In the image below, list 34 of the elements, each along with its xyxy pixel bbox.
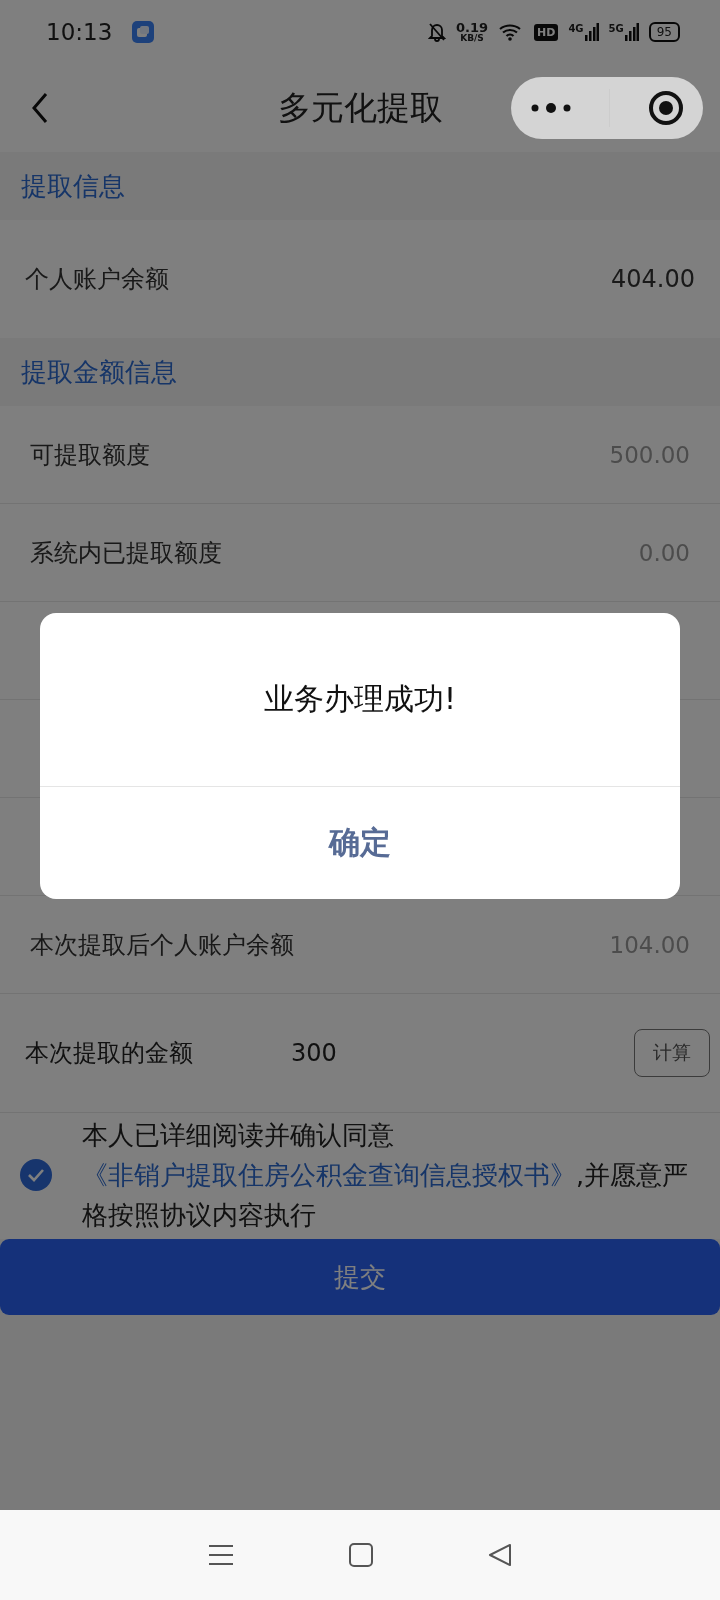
field-label: 个人账户余额 xyxy=(25,264,169,295)
network-type: 5G xyxy=(608,23,624,34)
battery-level: 95 xyxy=(648,22,680,42)
close-target-icon[interactable] xyxy=(648,90,685,126)
amount-input[interactable]: 300 xyxy=(291,1039,337,1067)
network-type: 4G xyxy=(568,23,584,34)
field-label: 可提取额度 xyxy=(30,439,150,471)
signal-icon xyxy=(624,23,639,41)
calculate-button[interactable]: 计算 xyxy=(634,1029,710,1077)
back-triangle-icon[interactable] xyxy=(488,1543,513,1567)
checkbox[interactable] xyxy=(20,1159,52,1191)
field-label: 本次提取后个人账户余额 xyxy=(30,929,294,961)
submit-button[interactable]: 提交 xyxy=(0,1239,720,1315)
section-title: 提取金额信息 xyxy=(21,355,177,389)
app-notification-icon xyxy=(132,21,155,43)
field-label: 系统内已提取额度 xyxy=(30,537,222,569)
agreement-link[interactable]: 《非销户提取住房公积金查询信息授权书》 xyxy=(82,1160,576,1190)
home-icon[interactable] xyxy=(349,1543,373,1567)
speed-unit: KB/S xyxy=(460,34,484,43)
agreement-text: 本人已详细阅读并确认同意 《非销户提取住房公积金查询信息授权书》,并愿意严格按照协议内容执行 xyxy=(82,1119,690,1232)
confirm-button[interactable]: 确定 xyxy=(40,787,680,899)
hd-badge: HD xyxy=(534,23,559,41)
field-label: 本次提取的金额 xyxy=(25,1038,194,1069)
network-speed: 0.19 xyxy=(455,21,489,34)
section-title: 提取信息 xyxy=(21,169,125,203)
menu-icon[interactable] xyxy=(207,1543,234,1567)
back-icon[interactable] xyxy=(30,92,50,124)
status-time: 10:13 xyxy=(46,19,113,45)
bell-muted-icon xyxy=(427,22,446,42)
signal-icon xyxy=(584,23,599,41)
dialog-message: 业务办理成功! xyxy=(264,680,456,718)
page-title: 多元化提取 xyxy=(276,86,444,129)
more-icon[interactable] xyxy=(529,102,572,114)
field-value: 404.00 xyxy=(611,265,695,293)
